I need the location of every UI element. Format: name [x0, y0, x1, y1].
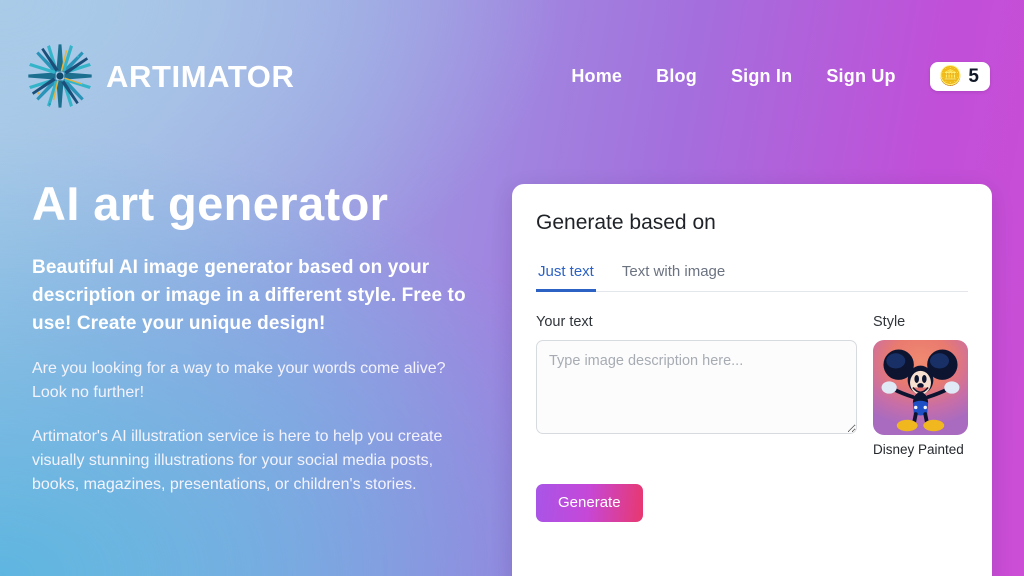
your-text-field-group: Your text	[536, 314, 857, 434]
generator-form-row: Your text Style	[536, 314, 968, 458]
style-label: Style	[873, 314, 906, 331]
mickey-mouse-thumbnail[interactable]	[873, 339, 968, 435]
nav-link-sign-up[interactable]: Sign Up	[826, 66, 895, 87]
brand-logo-link[interactable]: ARTIMATOR	[24, 40, 295, 112]
starburst-icon	[24, 40, 96, 112]
credits-count: 5	[968, 65, 979, 87]
hero-paragraph-1: Are you looking for a way to make your w…	[32, 360, 446, 402]
style-field-group: Style Disney Painted	[873, 314, 968, 458]
page-title: AI art generator	[32, 177, 389, 230]
hero-lede: Beautiful AI image generator based on yo…	[32, 256, 466, 334]
prompt-input[interactable]	[536, 339, 857, 434]
site-header: ARTIMATOR Home Blog Sign In Sign Up 🪙 5	[0, 0, 1024, 160]
brand-name: ARTIMATOR	[106, 58, 295, 94]
generator-title: Generate based on	[536, 211, 716, 234]
tab-text-with-image[interactable]: Text with image	[620, 259, 727, 292]
nav-link-blog[interactable]: Blog	[656, 66, 697, 87]
generator-card: Generate based on Just text Text with im…	[512, 184, 992, 576]
nav-link-sign-in[interactable]: Sign In	[731, 66, 792, 87]
style-selected-name: Disney Painted	[873, 441, 964, 457]
main-navigation: Home Blog Sign In Sign Up 🪙 5	[571, 61, 992, 91]
generator-tabs: Just text Text with image	[536, 259, 968, 293]
your-text-label: Your text	[536, 314, 593, 331]
credits-badge[interactable]: 🪙 5	[929, 61, 990, 91]
hero-paragraph-2: Artimator's AI illustration service is h…	[32, 428, 443, 494]
nav-link-home[interactable]: Home	[571, 66, 622, 87]
coins-icon: 🪙	[938, 65, 963, 87]
generate-button[interactable]: Generate	[536, 483, 643, 523]
hero-section: AI art generator Beautiful AI image gene…	[32, 178, 484, 517]
tab-just-text[interactable]: Just text	[536, 259, 596, 293]
